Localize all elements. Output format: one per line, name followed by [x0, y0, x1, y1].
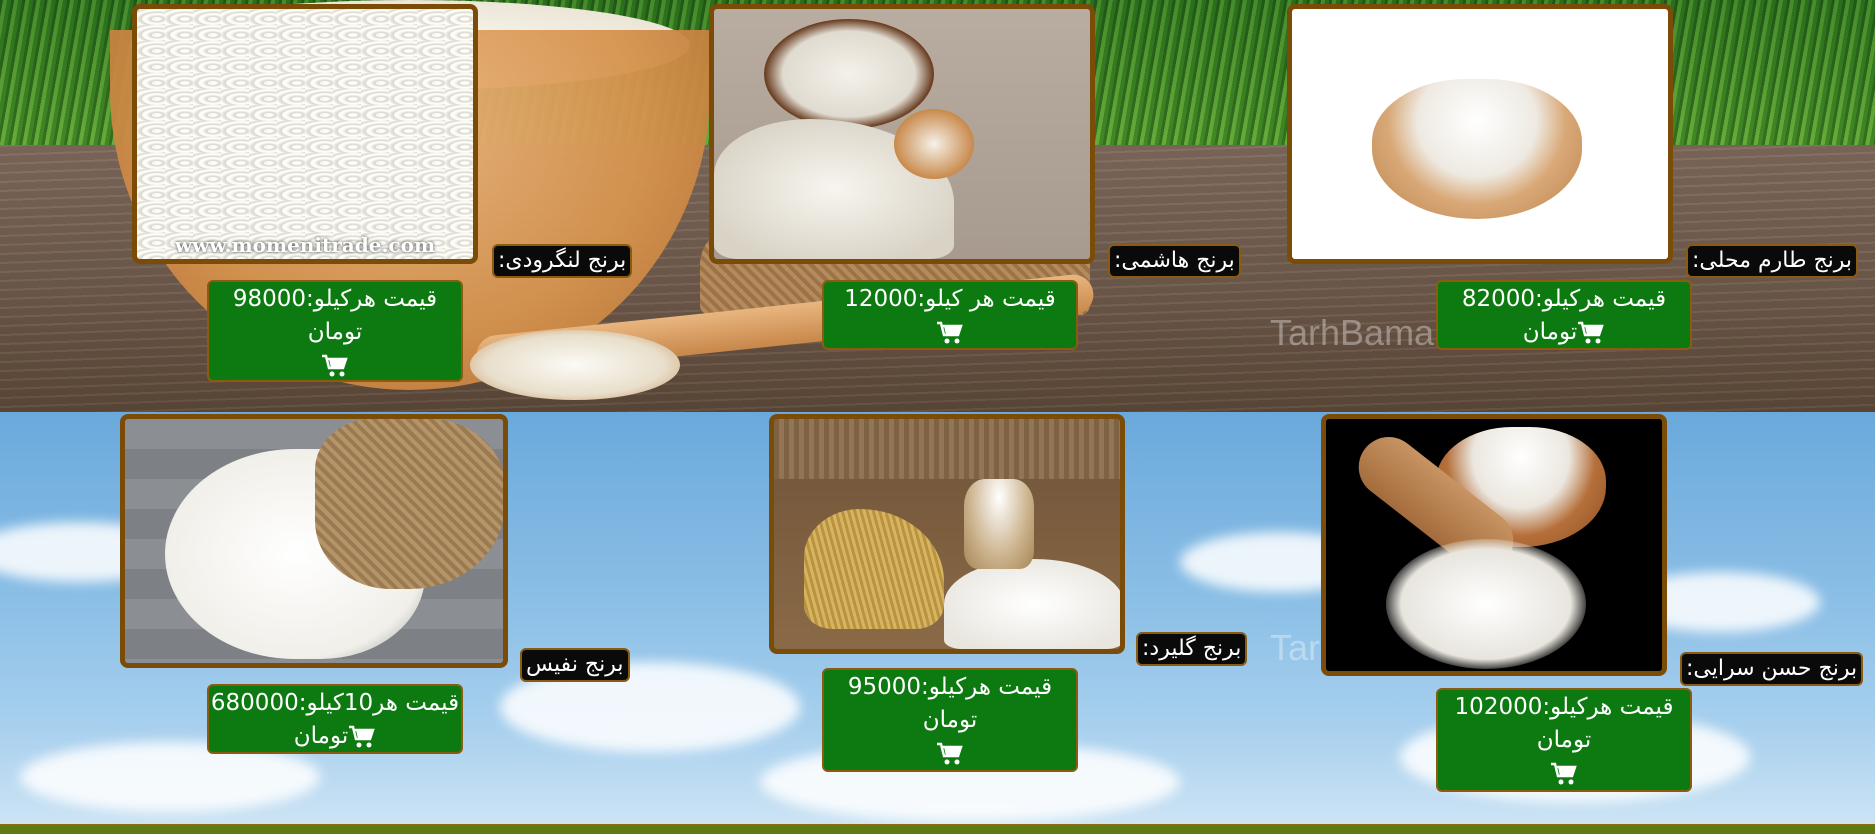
product-image-hasan-saraei[interactable]	[1321, 414, 1667, 676]
shopping-cart-icon[interactable]	[936, 321, 964, 345]
product-image-hashemi[interactable]	[709, 4, 1095, 264]
product-name-gilard: برنج گلیرد:	[1136, 632, 1248, 666]
price-text: قیمت هرکیلو:98000	[232, 286, 438, 312]
rice-bowl-graphic	[764, 19, 934, 129]
footer-bar	[0, 824, 1875, 834]
price-currency: تومان	[1522, 319, 1578, 345]
product-image-tarom[interactable]	[1287, 4, 1673, 264]
price-text: قیمت هرکیلو:82000	[1461, 286, 1667, 312]
product-name-tarom: برنج طارم محلی:	[1686, 244, 1859, 278]
spoon-rice-decoration	[470, 330, 680, 400]
price-text: قیمت هر کیلو:12000	[844, 286, 1056, 312]
price-text: قیمت هرکیلو:95000	[847, 674, 1053, 700]
price-box-hasan-saraei: قیمت هرکیلو:102000 تومان	[1436, 688, 1692, 792]
burlap-sack-graphic	[315, 419, 503, 589]
price-box-gilard: قیمت هرکیلو:95000 تومان	[822, 668, 1078, 772]
image-caption: www.momenitrade.com	[174, 233, 436, 257]
shopping-cart-icon[interactable]	[321, 354, 349, 378]
product-image-gilard[interactable]	[769, 414, 1125, 654]
shopping-cart-icon[interactable]	[348, 725, 376, 749]
product-image-nafis[interactable]	[120, 414, 508, 668]
product-name-nafis: برنج نفیس	[520, 648, 630, 682]
product-name-langroudi: برنج لنگرودی:	[492, 244, 633, 278]
product-image-langroudi[interactable]: www.momenitrade.com	[132, 4, 478, 264]
price-currency: تومان	[922, 707, 978, 733]
rice-pile-graphic	[1386, 539, 1586, 669]
product-name-hashemi: برنج هاشمی:	[1108, 244, 1241, 278]
price-text: قیمت هر10کیلو:680000	[210, 690, 460, 716]
price-box-hashemi: قیمت هر کیلو:12000	[822, 280, 1078, 350]
price-box-nafis: قیمت هر10کیلو:680000 تومان	[207, 684, 463, 754]
product-name-hasan-saraei: برنج حسن سرایی:	[1680, 652, 1864, 686]
price-currency: تومان	[293, 723, 349, 749]
shopping-cart-icon[interactable]	[936, 742, 964, 766]
shopping-cart-icon[interactable]	[1550, 762, 1578, 786]
price-currency: تومان	[1536, 727, 1592, 753]
rice-pile-graphic	[944, 559, 1120, 649]
rice-bowl-graphic	[1372, 79, 1582, 219]
price-box-tarom: قیمت هرکیلو:82000 تومان	[1436, 280, 1692, 350]
burlap-backdrop-graphic	[774, 419, 1120, 479]
scoop-graphic	[894, 109, 974, 179]
price-box-langroudi: قیمت هرکیلو:98000 تومان	[207, 280, 463, 382]
price-text: قیمت هرکیلو:102000	[1454, 694, 1674, 720]
wheat-stalks-graphic	[804, 509, 944, 629]
price-currency: تومان	[307, 319, 363, 345]
small-sack-graphic	[964, 479, 1034, 569]
shopping-cart-icon[interactable]	[1577, 321, 1605, 345]
